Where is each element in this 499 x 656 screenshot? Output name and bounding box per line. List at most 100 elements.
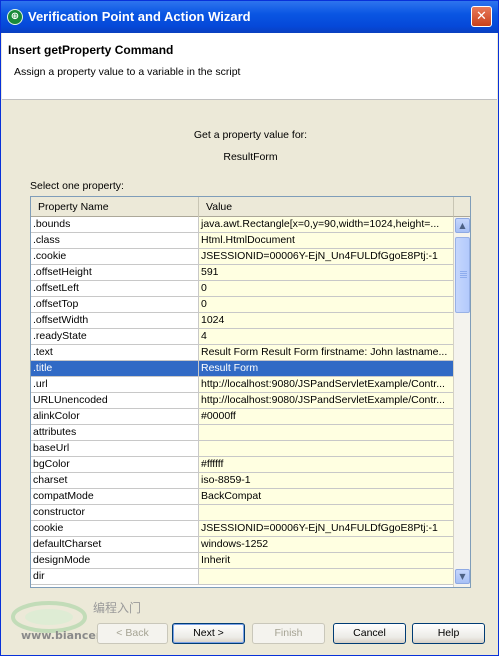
table-row[interactable]: .offsetHeight 591 [31, 265, 453, 281]
watermark-text: 编程入门 [93, 601, 142, 615]
button-bar: < Back Next > Finish Cancel Help [1, 621, 499, 651]
property-value-cell: 1024 [199, 313, 453, 328]
property-name-cell: defaultCharset [31, 537, 199, 552]
property-value-cell: 591 [199, 265, 453, 280]
table-row[interactable]: .title Result Form [31, 361, 453, 377]
table-row[interactable]: defaultCharset windows-1252 [31, 537, 453, 553]
close-button[interactable]: ✕ [471, 6, 492, 27]
property-value-cell [199, 569, 453, 584]
back-button[interactable]: < Back [97, 623, 168, 644]
property-name-cell: charset [31, 473, 199, 488]
property-name-cell: .readyState [31, 329, 199, 344]
table-row[interactable]: alinkColor #0000ff [31, 409, 453, 425]
page-description: Assign a property value to a variable in… [14, 66, 241, 78]
scroll-thumb[interactable] [455, 237, 470, 313]
table-row[interactable]: .readyState 4 [31, 329, 453, 345]
property-value-cell: Html.HtmlDocument [199, 233, 453, 248]
property-name-cell: bgColor [31, 457, 199, 472]
property-name-cell: constructor [31, 505, 199, 520]
title-bar[interactable]: ⊕ Verification Point and Action Wizard ✕ [1, 1, 498, 33]
select-property-label: Select one property: [30, 180, 124, 192]
property-value-cell: http://localhost:9080/JSPandServletExamp… [199, 393, 453, 408]
property-name-cell: .offsetLeft [31, 281, 199, 296]
property-value-cell: 0 [199, 297, 453, 312]
table-row[interactable]: .offsetTop 0 [31, 297, 453, 313]
scroll-up-arrow-icon[interactable]: ▲ [455, 218, 470, 233]
property-table[interactable]: Property Name Value .bounds java.awt.Rect… [30, 196, 471, 588]
table-row[interactable]: bgColor #ffffff [31, 457, 453, 473]
object-name: ResultForm [223, 151, 278, 163]
column-header-property-name[interactable]: Property Name [31, 197, 199, 217]
property-value-cell: JSESSIONID=00006Y-EjN_Un4FULDfGgoE8Ptj:-… [199, 249, 453, 264]
property-value-cell: windows-1252 [199, 537, 453, 552]
property-value-cell: java.awt.Rectangle[x=0,y=90,width=1024,h… [199, 217, 453, 232]
property-name-cell: .class [31, 233, 199, 248]
table-row[interactable]: dir [31, 569, 453, 585]
scroll-down-arrow-icon[interactable]: ▼ [455, 569, 470, 584]
table-row[interactable]: compatMode BackCompat [31, 489, 453, 505]
table-header-corner [453, 197, 470, 217]
page-heading: Insert getProperty Command [8, 43, 174, 57]
table-row[interactable]: attributes [31, 425, 453, 441]
property-name-cell: .bounds [31, 217, 199, 232]
table-row[interactable]: charset iso-8859-1 [31, 473, 453, 489]
table-row[interactable]: .bounds java.awt.Rectangle[x=0,y=90,width… [31, 217, 453, 233]
property-value-cell: #0000ff [199, 409, 453, 424]
table-row[interactable]: .offsetLeft 0 [31, 281, 453, 297]
vertical-scrollbar[interactable]: ▲ ▼ [453, 217, 470, 587]
property-name-cell: baseUrl [31, 441, 199, 456]
property-name-cell: .title [31, 361, 199, 376]
property-name-cell: .offsetHeight [31, 265, 199, 280]
property-value-cell: 0 [199, 281, 453, 296]
next-button[interactable]: Next > [172, 623, 245, 644]
table-row[interactable]: URLUnencoded http://localhost:9080/JSPand… [31, 393, 453, 409]
property-name-cell: .text [31, 345, 199, 360]
property-name-cell: .url [31, 377, 199, 392]
wizard-globe-icon: ⊕ [7, 9, 23, 25]
property-value-cell [199, 441, 453, 456]
property-value-cell: Inherit [199, 553, 453, 568]
wizard-header: Insert getProperty Command Assign a prop… [2, 33, 497, 100]
select-property-label-text: Select one property: [30, 180, 124, 192]
table-row[interactable]: .class Html.HtmlDocument [31, 233, 453, 249]
property-value-cell: Result Form Result Form firstname: John … [199, 345, 453, 360]
property-name-cell: URLUnencoded [31, 393, 199, 408]
column-header-value[interactable]: Value [199, 197, 453, 217]
table-header: Property Name Value [31, 197, 453, 217]
table-row[interactable]: .url http://localhost:9080/JSPandServletE… [31, 377, 453, 393]
property-name-cell: cookie [31, 521, 199, 536]
property-name-cell: .cookie [31, 249, 199, 264]
cancel-button[interactable]: Cancel [333, 623, 406, 644]
property-value-cell: 4 [199, 329, 453, 344]
cancel-button-label: Cancel [353, 627, 386, 639]
property-value-cell: JSESSIONID=00006Y-EjN_Un4FULDfGgoE8Ptj:-… [199, 521, 453, 536]
table-row[interactable]: .offsetWidth 1024 [31, 313, 453, 329]
table-row[interactable]: .text Result Form Result Form firstname: … [31, 345, 453, 361]
scroll-grip [460, 275, 467, 276]
property-value-cell: http://localhost:9080/JSPandServletExamp… [199, 377, 453, 392]
scroll-grip [460, 277, 467, 278]
scroll-grip [460, 273, 467, 274]
property-name-cell: designMode [31, 553, 199, 568]
window-title: Verification Point and Action Wizard [28, 9, 251, 24]
table-row[interactable]: constructor [31, 505, 453, 521]
table-row[interactable]: .cookie JSESSIONID=00006Y-EjN_Un4FULDfGgo… [31, 249, 453, 265]
next-button-label: Next > [193, 627, 224, 639]
help-button[interactable]: Help [412, 623, 485, 644]
property-value-cell: #ffffff [199, 457, 453, 472]
property-value-cell: iso-8859-1 [199, 473, 453, 488]
property-prompt: Get a property value for: [193, 129, 308, 141]
table-row[interactable]: cookie JSESSIONID=00006Y-EjN_Un4FULDfGgoE… [31, 521, 453, 537]
help-button-label: Help [437, 627, 460, 639]
property-name-cell: attributes [31, 425, 199, 440]
property-name-cell: .offsetWidth [31, 313, 199, 328]
property-name-cell: alinkColor [31, 409, 199, 424]
scroll-grip [460, 271, 467, 272]
finish-button[interactable]: Finish [252, 623, 325, 644]
property-value-cell [199, 425, 453, 440]
table-body: .bounds java.awt.Rectangle[x=0,y=90,width… [31, 217, 453, 585]
property-name-cell: dir [31, 569, 199, 584]
property-value-cell: Result Form [199, 361, 453, 376]
table-row[interactable]: baseUrl [31, 441, 453, 457]
table-row[interactable]: designMode Inherit [31, 553, 453, 569]
